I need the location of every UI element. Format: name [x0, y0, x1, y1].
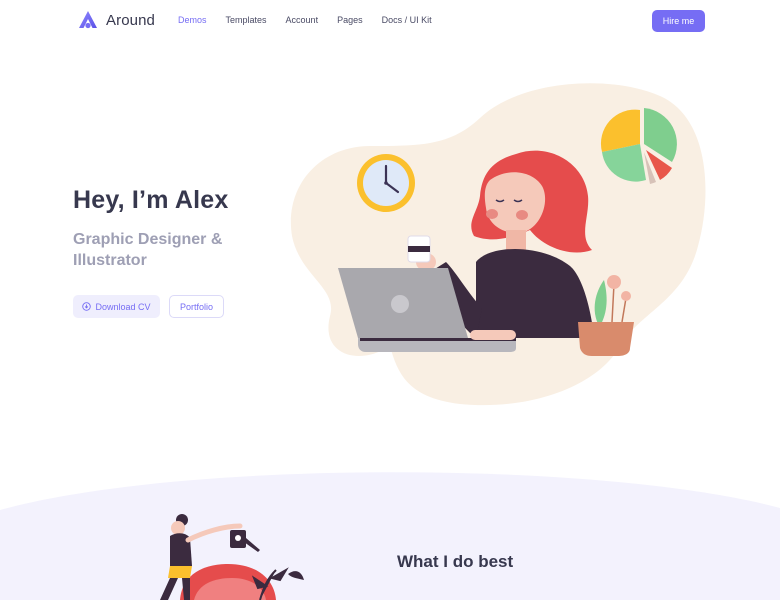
download-cv-label: Download CV	[95, 301, 151, 312]
download-cv-button[interactable]: Download CV	[73, 295, 160, 318]
main-nav: Demos Templates Account Pages Docs / UI …	[178, 14, 451, 26]
nav-demos[interactable]: Demos	[178, 14, 207, 26]
hero-subtitle: Graphic Designer & Illustrator	[73, 231, 223, 269]
coffee-cup-icon	[407, 235, 431, 263]
logo-mark-icon	[79, 11, 97, 29]
watering-illustration	[160, 514, 304, 600]
hero-title: Hey, I’m Alex	[73, 186, 229, 214]
hero-illustration	[290, 83, 706, 406]
brand-name: Around	[106, 11, 155, 29]
portfolio-button[interactable]: Portfolio	[169, 295, 224, 318]
hire-me-button[interactable]: Hire me	[652, 10, 705, 32]
background-blob	[290, 83, 706, 406]
site-header: Around Demos Templates Account Pages Doc…	[0, 0, 780, 42]
nav-templates[interactable]: Templates	[226, 14, 267, 26]
clock-icon	[357, 154, 415, 212]
nav-pages[interactable]: Pages	[337, 14, 363, 26]
nav-docs-ui-kit[interactable]: Docs / UI Kit	[382, 14, 432, 26]
watering-can-icon	[230, 530, 260, 552]
brand-logo[interactable]: Around	[78, 9, 155, 31]
download-icon	[82, 302, 92, 311]
section-title: What I do best	[397, 552, 514, 571]
section-background	[0, 472, 780, 600]
nav-account[interactable]: Account	[286, 14, 319, 26]
